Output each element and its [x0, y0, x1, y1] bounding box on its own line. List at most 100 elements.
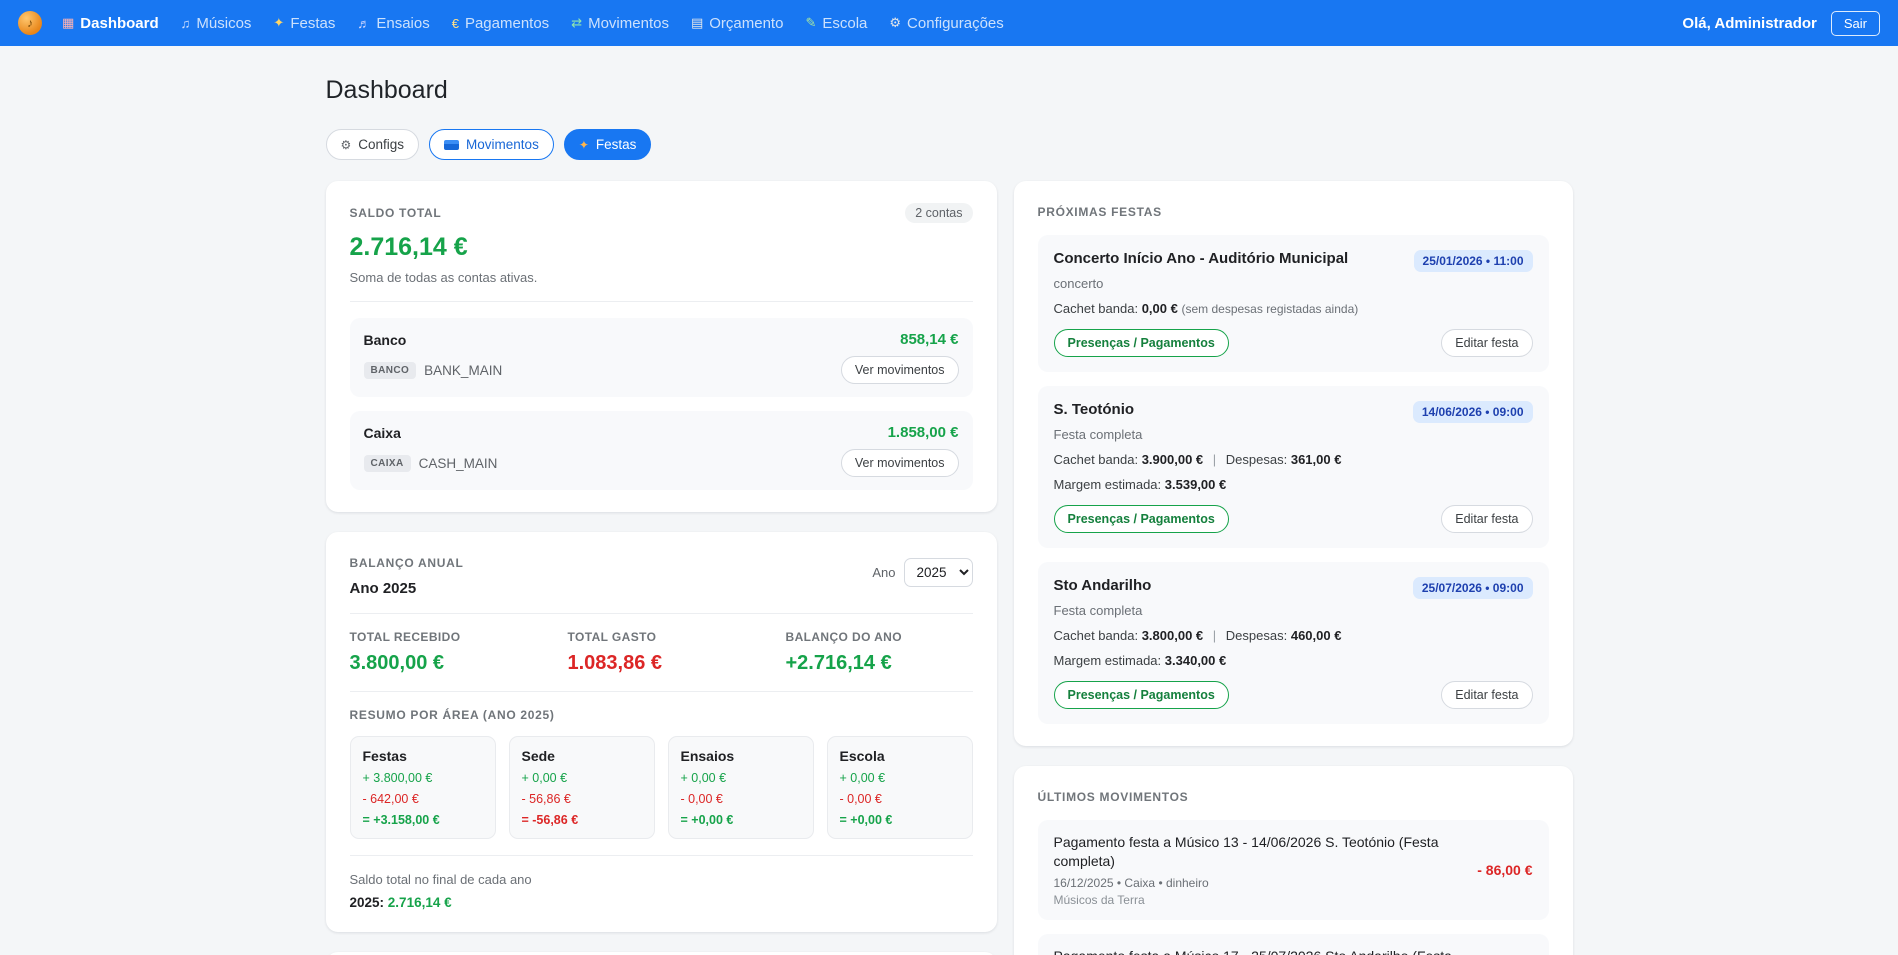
stat-total-gasto: TOTAL GASTO 1.083,86 €: [568, 630, 786, 675]
card-icon: [444, 140, 459, 150]
quick-filter-pills: ⚙ Configs Movimentos ✦ Festas: [326, 129, 1573, 160]
pill-festas[interactable]: ✦ Festas: [564, 129, 652, 160]
festa-type: concerto: [1054, 276, 1533, 291]
view-movements-button[interactable]: Ver movimentos: [841, 356, 959, 384]
movimento-title: Pagamento festa a Músico 17 - 25/07/2026…: [1054, 947, 1464, 955]
year-select[interactable]: 2025: [904, 558, 973, 587]
despesas-value: 361,00 €: [1291, 452, 1342, 467]
area-name: Ensaios: [681, 748, 801, 764]
year-end-balance-label: Saldo total no final de cada ano: [350, 872, 973, 887]
attendance-payments-button[interactable]: Presenças / Pagamentos: [1054, 329, 1229, 357]
view-movements-button[interactable]: Ver movimentos: [841, 449, 959, 477]
festa-item: S. Teotónio 14/06/2026 • 09:00 Festa com…: [1038, 386, 1549, 548]
nav-label: Movimentos: [588, 15, 669, 32]
gear-icon: ⚙: [889, 15, 901, 31]
area-income: + 0,00 €: [522, 771, 642, 785]
nav-label: Festas: [290, 15, 335, 32]
user-greeting: Olá, Administrador: [1682, 15, 1816, 32]
account-type-badge: BANCO: [364, 362, 417, 379]
right-column: PRÓXIMAS FESTAS Concerto Início Ano - Au…: [1014, 181, 1573, 955]
stat-label: BALANÇO DO ANO: [786, 630, 973, 644]
area-net: = +0,00 €: [681, 813, 801, 827]
resumo-area-heading: RESUMO POR ÁREA (ANO 2025): [350, 708, 973, 722]
area-income: + 0,00 €: [681, 771, 801, 785]
edit-festa-button[interactable]: Editar festa: [1441, 329, 1532, 357]
nav-item-festas[interactable]: ✦ Festas: [273, 15, 335, 32]
area-expense: - 642,00 €: [363, 792, 483, 806]
account-code: CASH_MAIN: [419, 456, 498, 471]
area-net: = +3.158,00 €: [363, 813, 483, 827]
movimento-amount: - 86,00 €: [1477, 862, 1532, 878]
logout-button[interactable]: Sair: [1831, 11, 1880, 36]
nav-label: Pagamentos: [465, 15, 549, 32]
area-name: Festas: [363, 748, 483, 764]
saldo-subtitle: Soma de todas as contas ativas.: [350, 270, 973, 285]
stat-value: 1.083,86 €: [568, 652, 786, 675]
separator: |: [1213, 628, 1216, 643]
account-meta: CAIXA CASH_MAIN: [364, 455, 841, 472]
stat-value: 3.800,00 €: [350, 652, 568, 675]
area-summary-boxes: Festas + 3.800,00 € - 642,00 € = +3.158,…: [350, 736, 973, 839]
cachet-value: 0,00 €: [1142, 301, 1178, 316]
festa-type: Festa completa: [1054, 603, 1533, 618]
attendance-payments-button[interactable]: Presenças / Pagamentos: [1054, 505, 1229, 533]
cachet-value: 3.900,00 €: [1142, 452, 1203, 467]
nav-items: ▦ Dashboard ♫ Músicos ✦ Festas ♬ Ensaios…: [62, 15, 1662, 32]
nav-item-escola[interactable]: ✎ Escola: [805, 15, 867, 32]
account-name: Banco: [364, 332, 841, 348]
attendance-payments-button[interactable]: Presenças / Pagamentos: [1054, 681, 1229, 709]
page-title: Dashboard: [326, 76, 1573, 105]
account-amount: 1.858,00 €: [841, 424, 959, 441]
cachet-label: Cachet banda:: [1054, 628, 1139, 643]
margem-value: 3.340,00 €: [1165, 653, 1226, 668]
saldo-heading: SALDO TOTAL: [350, 206, 442, 220]
festa-cachet-line: Cachet banda: 3.900,00 € | Despesas: 361…: [1054, 452, 1533, 467]
movimento-source: Músicos da Terra: [1054, 893, 1464, 907]
account-row-caixa: Caixa 1.858,00 € CAIXA CASH_MAIN Ver mov…: [350, 411, 973, 490]
despesas-label: Despesas:: [1226, 628, 1287, 643]
nav-item-dashboard[interactable]: ▦ Dashboard: [62, 15, 159, 32]
musicians-icon: ♫: [181, 16, 191, 31]
despesas-label: Despesas:: [1226, 452, 1287, 467]
gear-icon: ⚙: [341, 138, 352, 152]
nav-label: Escola: [822, 15, 867, 32]
account-amount: 858,14 €: [841, 331, 959, 348]
rehearsal-icon: ♬: [357, 16, 370, 31]
nav-item-orcamento[interactable]: ▤ Orçamento: [691, 15, 784, 32]
balanco-subheading: Ano 2025: [350, 580, 464, 597]
accounts-count-badge: 2 contas: [905, 203, 972, 223]
area-expense: - 0,00 €: [840, 792, 960, 806]
nav-label: Ensaios: [376, 15, 429, 32]
area-name: Escola: [840, 748, 960, 764]
pill-label: Movimentos: [466, 137, 539, 152]
budget-icon: ▤: [691, 15, 703, 31]
balanco-anual-card: BALANÇO ANUAL Ano 2025 Ano 2025 TOTAL RE…: [326, 532, 997, 932]
stat-total-recebido: TOTAL RECEBIDO 3.800,00 €: [350, 630, 568, 675]
edit-festa-button[interactable]: Editar festa: [1441, 681, 1532, 709]
school-icon: ✎: [805, 15, 816, 31]
top-nav: ♪ ▦ Dashboard ♫ Músicos ✦ Festas ♬ Ensai…: [0, 0, 1898, 46]
area-box-escola: Escola + 0,00 € - 0,00 € = +0,00 €: [827, 736, 973, 839]
nav-item-movimentos[interactable]: ⇄ Movimentos: [571, 15, 669, 32]
left-column: SALDO TOTAL 2 contas 2.716,14 € Soma de …: [326, 181, 997, 955]
nav-item-pagamentos[interactable]: € Pagamentos: [452, 15, 549, 32]
festa-margem-line: Margem estimada: 3.340,00 €: [1054, 653, 1533, 668]
year-end-balance-line: 2025: 2.716,14 €: [350, 895, 973, 910]
pill-movimentos[interactable]: Movimentos: [429, 129, 554, 160]
account-name: Caixa: [364, 425, 841, 441]
payments-icon: €: [452, 16, 459, 31]
nav-item-musicos[interactable]: ♫ Músicos: [181, 15, 252, 32]
nav-item-ensaios[interactable]: ♬ Ensaios: [357, 15, 429, 32]
stat-value: +2.716,14 €: [786, 652, 973, 675]
pill-configs[interactable]: ⚙ Configs: [326, 129, 420, 160]
nav-item-configuracoes[interactable]: ⚙ Configurações: [889, 15, 1003, 32]
festa-date-badge: 25/01/2026 • 11:00: [1414, 250, 1533, 272]
account-meta: BANCO BANK_MAIN: [364, 362, 841, 379]
area-expense: - 56,86 €: [522, 792, 642, 806]
nav-label: Dashboard: [80, 15, 158, 32]
divider: [350, 301, 973, 302]
cachet-label: Cachet banda:: [1054, 301, 1139, 316]
margem-label: Margem estimada:: [1054, 653, 1162, 668]
stat-label: TOTAL GASTO: [568, 630, 786, 644]
edit-festa-button[interactable]: Editar festa: [1441, 505, 1532, 533]
